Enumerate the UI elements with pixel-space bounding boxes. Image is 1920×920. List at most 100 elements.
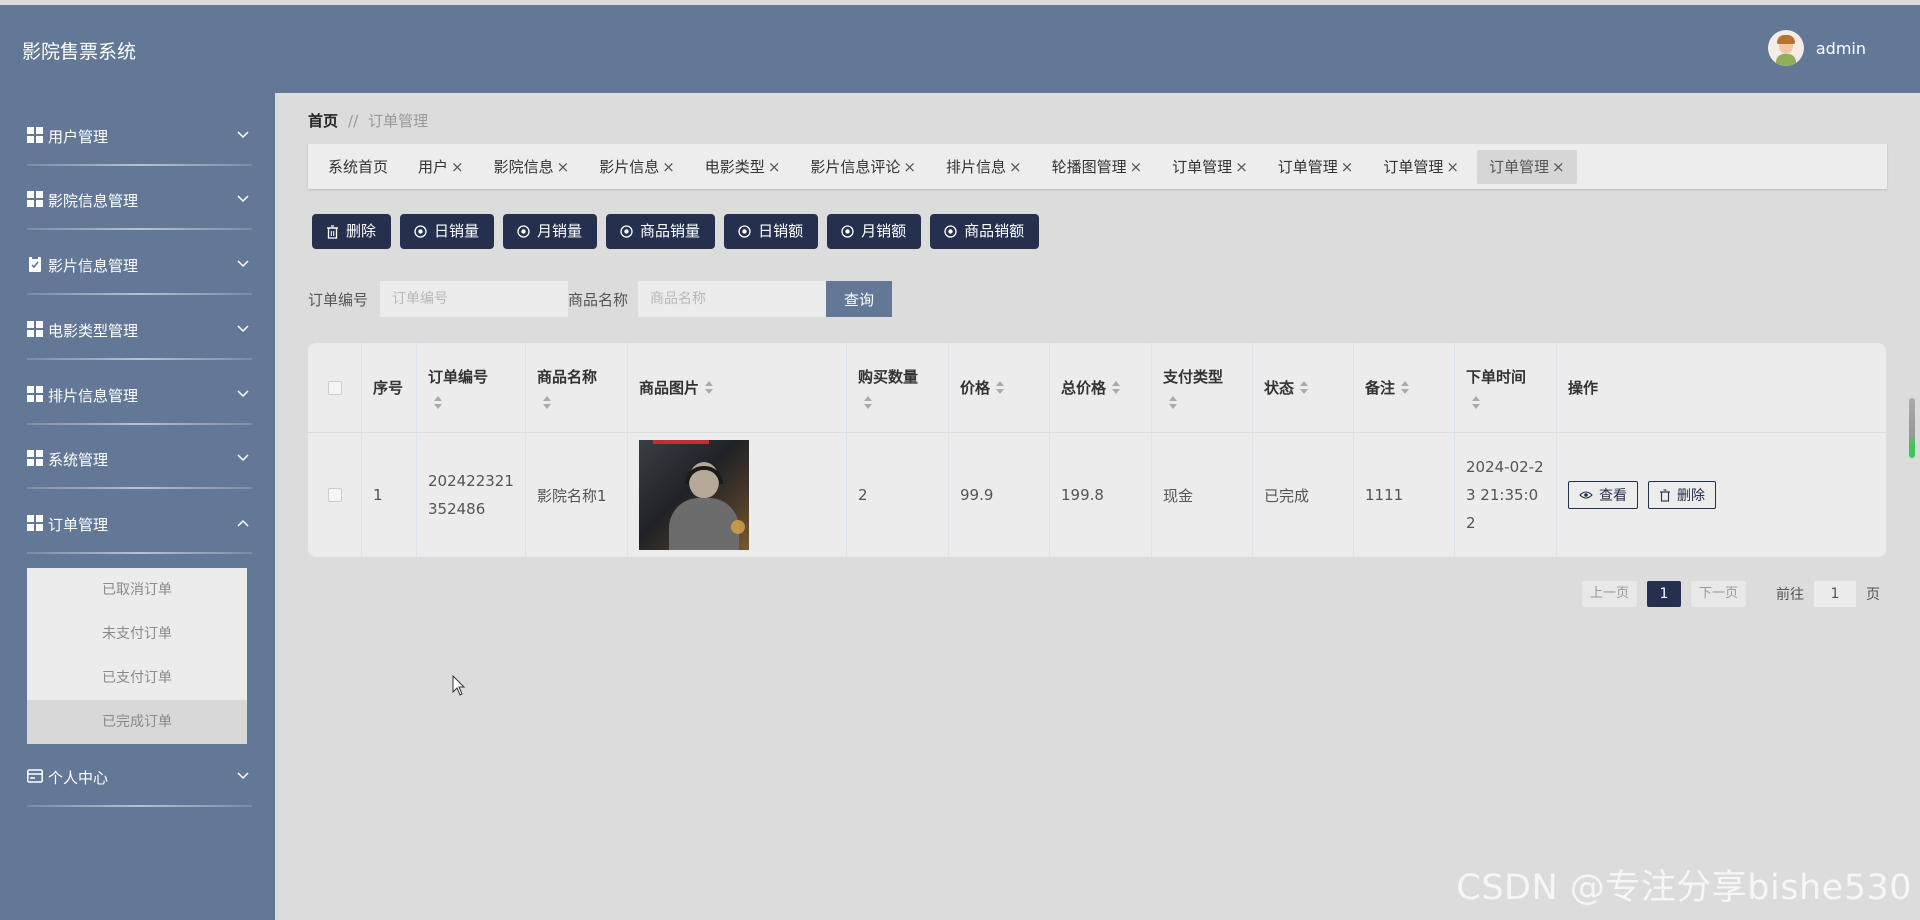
user-name[interactable]: admin [1816, 39, 1866, 58]
tab-order-mgmt[interactable]: 订单管理 × [1371, 150, 1471, 184]
tab-bar: 系统首页 用户 × 影院信息 × 影片信息 × 电影类型 × 影片信息评论 × 排片信息 ×… [308, 144, 1887, 189]
sort-icon[interactable] [1300, 380, 1309, 395]
sidebar-item-film-mgmt[interactable]: 影片信息管理 [0, 233, 275, 297]
sidebar-item-schedule-mgmt[interactable]: 排片信息管理 [0, 363, 275, 427]
breadcrumb-home[interactable]: 首页 [308, 112, 338, 130]
tab-user[interactable]: 用户 × [406, 150, 476, 184]
avatar[interactable] [1767, 30, 1804, 66]
cell-quantity: 2 [847, 433, 949, 557]
header-product-name[interactable]: 商品名称 [526, 343, 628, 432]
tab-carousel[interactable]: 轮播图管理 × [1040, 150, 1155, 184]
header-remark-label: 备注 [1365, 379, 1396, 397]
monthly-sales-qty-button[interactable]: 月销量 [503, 214, 598, 249]
tab-cinema-info[interactable]: 影院信息 × [482, 150, 582, 184]
header-order-no[interactable]: 订单编号 [417, 343, 526, 432]
sidebar-item-order-mgmt[interactable]: 订单管理 [0, 492, 275, 556]
daily-sales-amount-label: 日销额 [758, 222, 804, 240]
sort-icon[interactable] [864, 395, 873, 410]
sort-icon[interactable] [1472, 395, 1481, 410]
product-sales-qty-button[interactable]: 商品销量 [606, 214, 716, 249]
sidebar-item-genre-mgmt[interactable]: 电影类型管理 [0, 298, 275, 362]
close-icon[interactable]: × [1009, 158, 1022, 176]
goto-suffix: 页 [1866, 587, 1880, 603]
sidebar-item-user-mgmt[interactable]: 用户管理 [0, 104, 275, 168]
sort-icon[interactable] [1112, 380, 1121, 395]
chart-icon [517, 225, 530, 238]
sort-icon[interactable] [1401, 380, 1410, 395]
sidebar-item-cinema-mgmt[interactable]: 影院信息管理 [0, 168, 275, 232]
daily-sales-amount-button[interactable]: 日销额 [724, 214, 819, 249]
header-order-time[interactable]: 下单时间 [1455, 343, 1557, 432]
submenu-item-completed[interactable]: 已完成订单 [27, 700, 247, 744]
chevron-up-icon [237, 519, 249, 527]
sidebar-item-personal-center[interactable]: 个人中心 [0, 745, 275, 809]
tab-order-mgmt[interactable]: 订单管理 × [1160, 150, 1260, 184]
header-order-time-label: 下单时间 [1466, 367, 1527, 386]
header-quantity[interactable]: 购买数量 [847, 343, 949, 432]
header-index: 序号 [362, 343, 417, 432]
row-delete-button[interactable]: 删除 [1648, 481, 1716, 509]
sort-icon[interactable] [543, 395, 552, 410]
cell-order-no: 202422321352486 [417, 433, 526, 557]
tab-film-info[interactable]: 影片信息 × [587, 150, 687, 184]
next-page-button[interactable]: 下一页 [1690, 581, 1746, 607]
chevron-down-icon [237, 454, 249, 462]
cell-ops: 查看 删除 [1557, 433, 1886, 557]
header-total[interactable]: 总价格 [1050, 343, 1152, 432]
close-icon[interactable]: × [1235, 158, 1248, 176]
daily-sales-qty-button[interactable]: 日销量 [400, 214, 495, 249]
sidebar-item-label: 影院信息管理 [48, 192, 139, 210]
select-all-checkbox[interactable] [327, 380, 342, 395]
product-name-input[interactable] [638, 281, 827, 317]
sort-icon[interactable] [1169, 395, 1178, 410]
monthly-sales-amount-button[interactable]: 月销额 [827, 214, 922, 249]
order-no-input[interactable] [380, 281, 569, 317]
tab-film-comments[interactable]: 影片信息评论 × [798, 150, 928, 184]
query-button[interactable]: 查询 [826, 281, 893, 317]
product-thumbnail[interactable] [639, 440, 749, 550]
submenu-item-paid[interactable]: 已支付订单 [27, 656, 247, 700]
product-sales-amount-button[interactable]: 商品销额 [930, 214, 1040, 249]
user-menu[interactable]: admin [1767, 30, 1866, 66]
submenu-item-cancelled[interactable]: 已取消订单 [27, 568, 247, 612]
header-price[interactable]: 价格 [949, 343, 1050, 432]
submenu-item-unpaid[interactable]: 未支付订单 [27, 612, 247, 656]
view-button[interactable]: 查看 [1568, 481, 1638, 509]
close-icon[interactable]: × [557, 158, 570, 176]
page-number-current[interactable]: 1 [1646, 581, 1681, 607]
header-ops-label: 操作 [1568, 379, 1599, 397]
close-icon[interactable]: × [1552, 158, 1565, 176]
sort-icon[interactable] [434, 395, 443, 410]
grid-icon [27, 386, 43, 402]
tab-home[interactable]: 系统首页 [316, 150, 400, 184]
close-icon[interactable]: × [662, 158, 675, 176]
header-remark[interactable]: 备注 [1354, 343, 1455, 432]
header-product-image[interactable]: 商品图片 [628, 343, 847, 432]
prev-page-button[interactable]: 上一页 [1581, 581, 1637, 607]
header-status[interactable]: 状态 [1253, 343, 1354, 432]
tab-film-genre[interactable]: 电影类型 × [693, 150, 793, 184]
tab-order-mgmt-active[interactable]: 订单管理 × [1476, 149, 1577, 184]
close-icon[interactable]: × [1446, 158, 1459, 176]
sort-icon[interactable] [705, 380, 714, 395]
close-icon[interactable]: × [1130, 158, 1143, 176]
delete-button[interactable]: 删除 [312, 214, 392, 249]
row-checkbox[interactable] [327, 488, 342, 502]
close-icon[interactable]: × [903, 158, 916, 176]
goto-page-input[interactable]: 1 [1814, 581, 1856, 607]
search-bar: 订单编号 商品名称 查询 [308, 281, 893, 317]
table-row[interactable]: 1 202422321352486 影院名称1 2 99.9 199.8 现金 … [308, 433, 1886, 557]
page-scrollbar[interactable] [1909, 398, 1915, 458]
grid-icon [27, 450, 43, 466]
close-icon[interactable]: × [451, 158, 464, 176]
sidebar-item-system-mgmt[interactable]: 系统管理 [0, 427, 275, 491]
close-icon[interactable]: × [1341, 158, 1354, 176]
sort-icon[interactable] [996, 380, 1005, 395]
chart-icon [414, 225, 427, 238]
close-icon[interactable]: × [768, 158, 781, 176]
header-pay-type[interactable]: 支付类型 [1152, 343, 1253, 432]
breadcrumb-separator: // [348, 112, 359, 130]
tab-schedule[interactable]: 排片信息 × [934, 150, 1034, 184]
tab-order-mgmt[interactable]: 订单管理 × [1266, 150, 1366, 184]
header-product-image-label: 商品图片 [639, 379, 700, 397]
